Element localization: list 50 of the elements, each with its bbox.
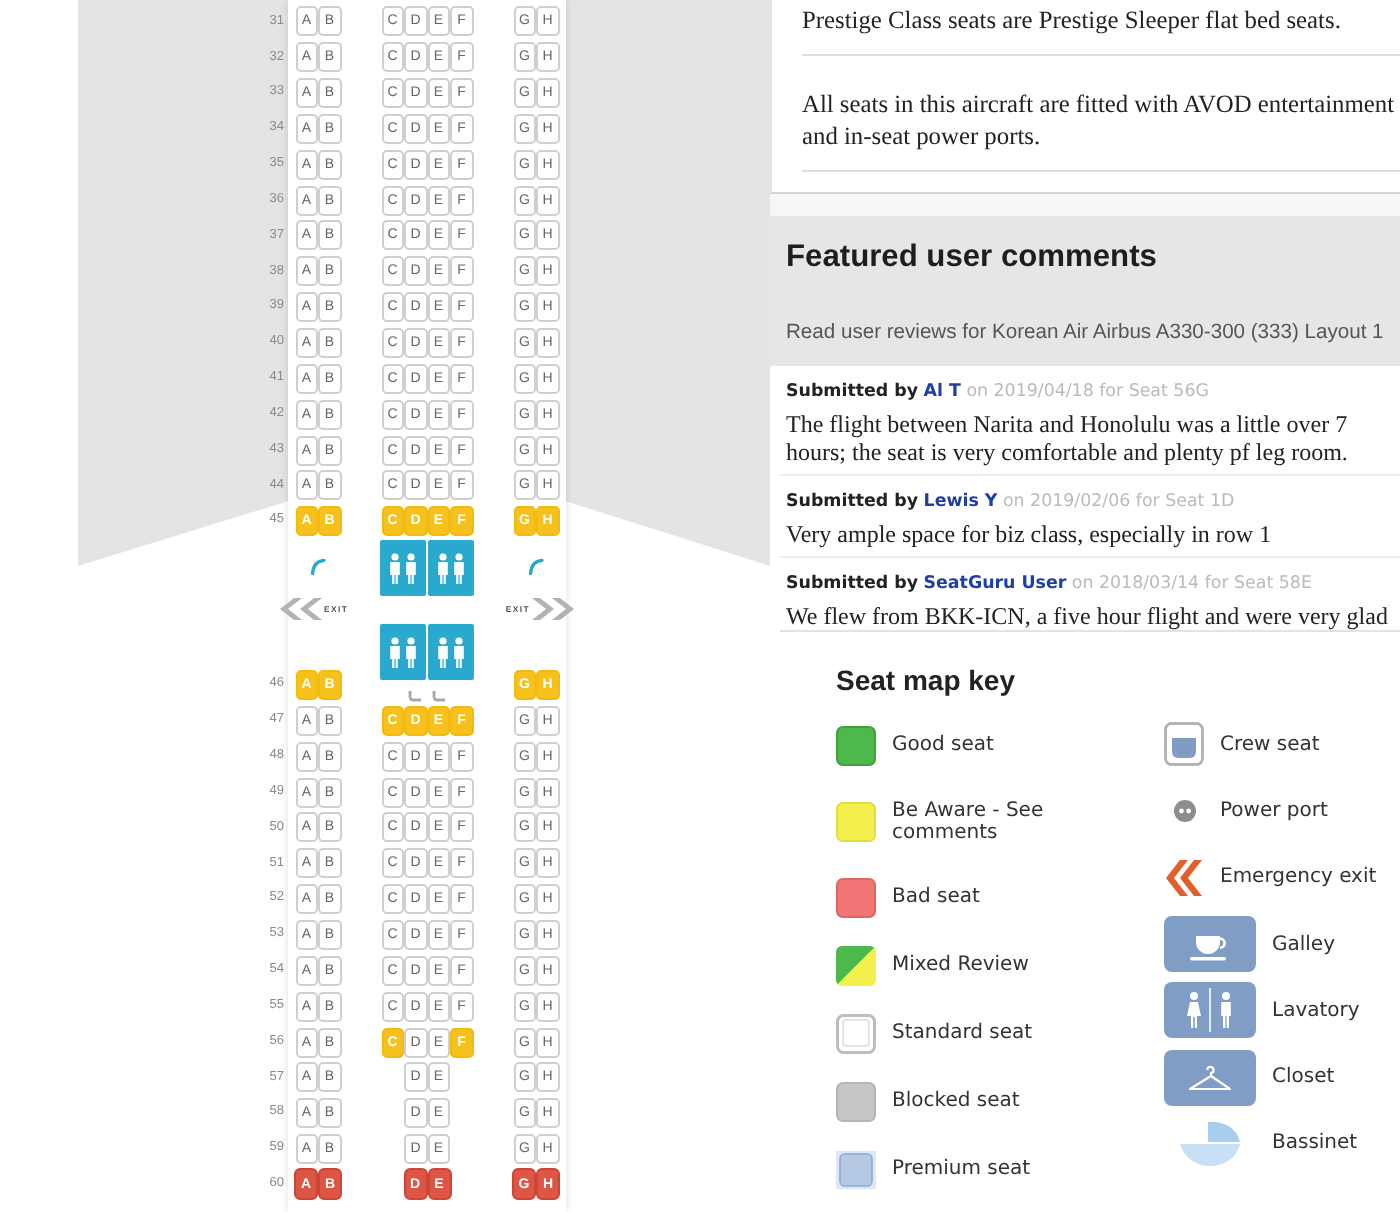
good-seat-swatch-icon [836, 725, 876, 765]
key-label: Crew seat [1220, 733, 1320, 756]
key-label: Be Aware - See comments [892, 799, 1046, 843]
key-label: Blocked seat [892, 1090, 1020, 1112]
author-link[interactable]: Al T [923, 382, 961, 402]
lavatory-icon [428, 623, 474, 680]
lavatory-icon [380, 539, 426, 596]
comment-text: Very ample space for biz class, especially in row 1 [786, 520, 1274, 548]
arc-icon [310, 558, 326, 577]
comment-byline: Submitted by Al T on 2019/04/18 for Seat 56G [786, 380, 1209, 404]
aware-seat-swatch-icon [836, 801, 876, 841]
key-label: Premium seat [892, 1158, 1031, 1180]
comment-text: We flew from BKK-ICN, a five hour flight and were very glad [786, 602, 1390, 630]
bassinet-icon [1178, 1119, 1242, 1168]
key-label: Good seat [892, 734, 994, 756]
mixed-seat-swatch-icon [836, 945, 876, 985]
arc-icon [528, 558, 544, 577]
info-note: Prestige Class seats are Prestige Sleeper flat bed seats. [802, 4, 1400, 56]
exit-chevrons-icon [532, 598, 574, 621]
key-label: Emergency exit [1220, 866, 1377, 889]
standard-seat-swatch-icon [836, 1013, 876, 1053]
blocked-seat-swatch-icon [836, 1081, 876, 1121]
power-port-icon [1173, 799, 1195, 822]
premium-seat-swatch-icon [836, 1145, 876, 1193]
comment-byline: Submitted by Lewis Y on 2019/02/06 for Seat 1D [786, 490, 1235, 514]
key-label: Power port [1220, 799, 1328, 822]
key-label: Galley [1272, 933, 1336, 956]
key-title: Seat map key [836, 662, 1015, 698]
key-label: Standard seat [892, 1022, 1033, 1044]
section-title: Featured user comments [786, 238, 1157, 278]
cup-icon [1164, 916, 1256, 973]
lavatory-icon [1164, 982, 1256, 1039]
key-label: Bassinet [1272, 1132, 1358, 1155]
comment-byline: Submitted by SeatGuru User on 2018/03/14 for Seat 58E [786, 572, 1312, 596]
crew-seat-icon [1164, 722, 1204, 767]
author-link[interactable]: SeatGuru User [923, 574, 1067, 594]
lavatory-icon [380, 623, 426, 680]
key-label: Lavatory [1272, 999, 1360, 1022]
exit-chevrons-icon [280, 598, 322, 621]
author-link[interactable]: Lewis Y [923, 492, 998, 512]
hanger-icon [1164, 1049, 1256, 1106]
bad-seat-swatch-icon [836, 877, 876, 917]
key-label: Closet [1272, 1066, 1335, 1089]
key-label: Bad seat [892, 886, 980, 908]
exit-chevrons-icon [1164, 857, 1204, 898]
comment-text: The flight between Narita and Honolulu was a little over 7 hours; the seat is very comfortable and plenty pf leg room. [786, 410, 1350, 466]
key-label: Mixed Review [892, 954, 1029, 976]
reviews-link[interactable]: Read user reviews for Korean Air Airbus A330-300 (333) Layout 1 [786, 320, 1384, 348]
info-note: All seats in this aircraft are fitted with AVOD entertainment and in-seat power ports. [802, 56, 1400, 172]
lavatory-icon [428, 539, 474, 596]
